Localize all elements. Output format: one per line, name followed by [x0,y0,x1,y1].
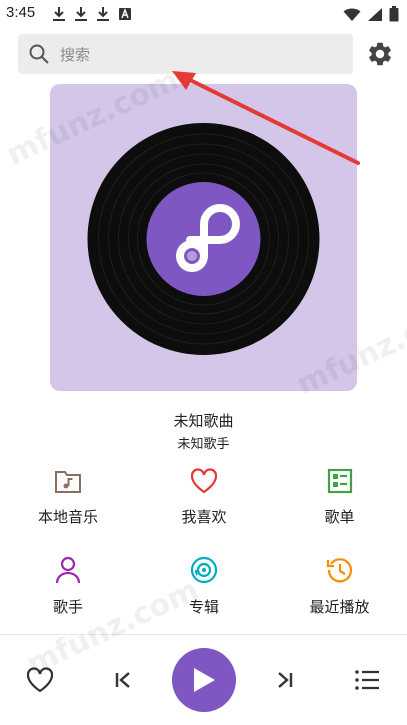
shortcut-label: 歌手 [52,598,83,616]
play-button[interactable] [172,648,236,712]
status-notifications [52,6,132,22]
previous-button[interactable] [108,665,138,695]
shortcut-local-music[interactable]: 本地音乐 [0,460,136,550]
skip-previous-icon [115,672,130,688]
next-button[interactable] [270,665,300,695]
gear-icon[interactable] [366,40,394,68]
shortcut-label: 我喜欢 [181,508,227,526]
download-icon [75,7,87,21]
download-icon [53,7,65,21]
a-icon [119,8,131,20]
shortcut-label: 本地音乐 [37,508,98,526]
shortcut-grid: 本地音乐 我喜欢 歌单 歌手 专辑 最近播放 [0,460,407,640]
search-icon [29,44,49,64]
person-icon [55,556,81,584]
download-icon [97,7,109,21]
status-bar: 3:45 [0,0,407,30]
now-playing-info: 未知歌曲 未知歌手 [0,410,407,452]
song-artist: 未知歌手 [177,437,230,452]
shortcut-label: 最近播放 [309,598,370,616]
folder-music-icon [55,471,81,493]
history-icon [326,558,352,583]
shortcut-playlists[interactable]: 歌单 [272,460,407,550]
heart-icon [190,468,218,494]
wifi-icon [343,8,361,21]
album-icon [190,556,218,584]
battery-icon [389,6,399,22]
search-bar[interactable] [18,34,353,76]
skip-next-icon [278,672,293,688]
song-title: 未知歌曲 [173,412,234,430]
shortcut-label: 歌单 [324,508,355,526]
queue-button[interactable] [350,665,384,695]
shortcut-favorites[interactable]: 我喜欢 [136,460,272,550]
queue-list-icon [355,670,379,690]
status-system-icons [343,6,399,22]
search-input[interactable] [58,34,342,76]
playlist-icon [327,468,352,494]
signal-icon [368,7,382,21]
status-time: 3:45 [6,4,36,21]
shortcut-recent[interactable]: 最近播放 [272,550,407,640]
play-icon [194,668,215,692]
